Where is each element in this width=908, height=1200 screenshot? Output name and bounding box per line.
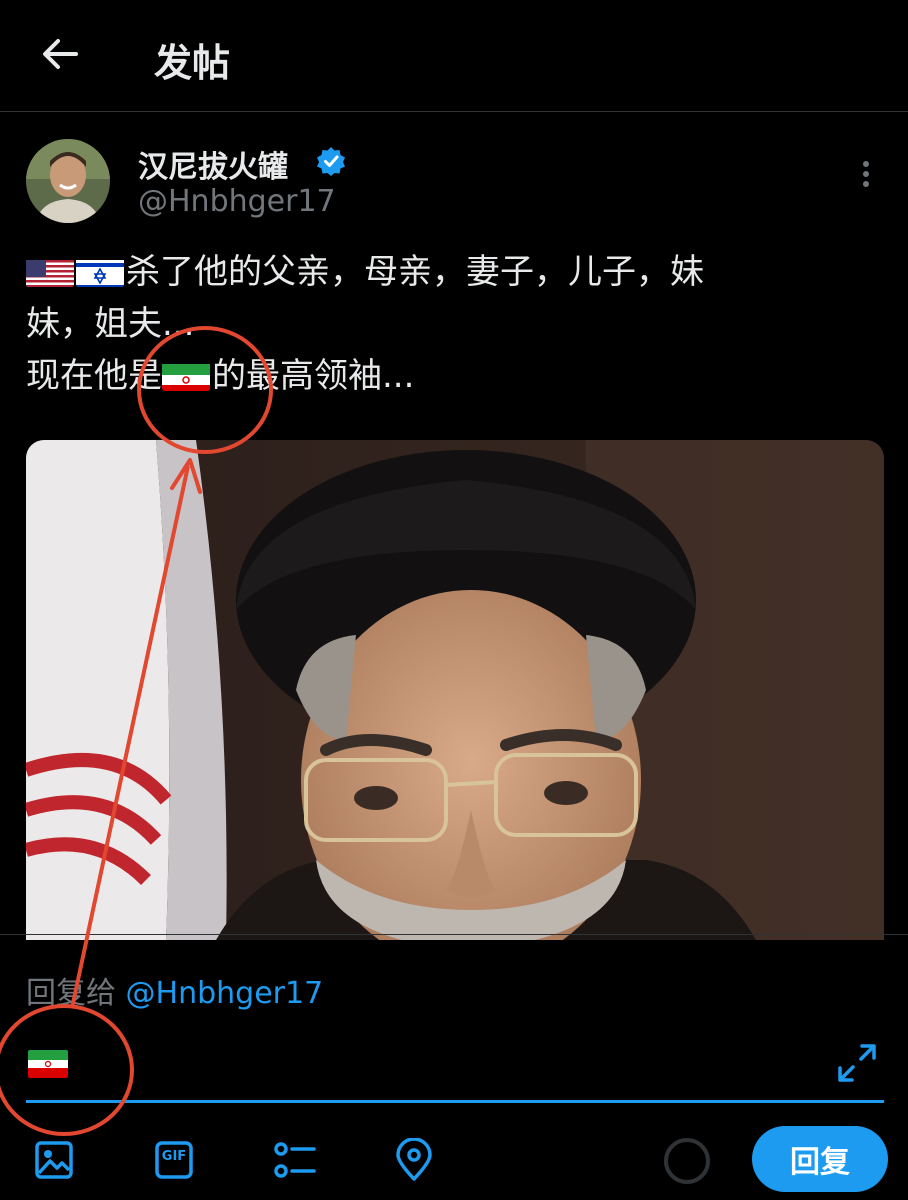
verified-badge-icon bbox=[317, 147, 345, 176]
add-gif-button[interactable]: GIF bbox=[150, 1136, 198, 1184]
character-count-ring bbox=[664, 1138, 710, 1184]
author-handle[interactable]: @Hnbhger17 bbox=[138, 184, 336, 219]
more-options-button[interactable] bbox=[848, 152, 884, 196]
post-text: 杀了他的父亲，母亲，妻子，儿子，妹 妹，姐夫... 现在他是 的最高领袖... bbox=[26, 246, 856, 402]
israel-flag-emoji bbox=[76, 255, 124, 287]
author-display-name[interactable]: 汉尼拔火罐 bbox=[138, 142, 288, 186]
image-icon bbox=[35, 1141, 73, 1179]
post-text-line-3-before: 现在他是 bbox=[26, 356, 162, 396]
post-text-line-3-after: 的最高领袖... bbox=[212, 356, 415, 396]
post-image[interactable] bbox=[26, 440, 884, 940]
back-arrow-icon bbox=[43, 39, 78, 69]
more-vertical-icon bbox=[863, 161, 869, 187]
location-icon bbox=[396, 1138, 432, 1181]
reply-to-text: 回复给 bbox=[26, 976, 116, 1011]
poll-icon bbox=[274, 1142, 316, 1178]
gif-label: GIF bbox=[161, 1149, 187, 1164]
expand-icon bbox=[838, 1044, 876, 1082]
expand-composer-button[interactable] bbox=[834, 1040, 880, 1086]
reply-to-label: 回复给 @Hnbhger17 bbox=[26, 968, 323, 1012]
iran-flag-emoji bbox=[162, 359, 210, 391]
us-flag-emoji bbox=[26, 255, 74, 287]
top-bar: 发帖 bbox=[0, 0, 908, 112]
avatar[interactable] bbox=[26, 139, 110, 223]
post-text-line-1-text: 杀了他的父亲，母亲，妻子，儿子，妹 bbox=[126, 252, 704, 292]
page-title: 发帖 bbox=[154, 41, 231, 85]
add-location-button[interactable] bbox=[390, 1136, 438, 1184]
add-poll-button[interactable] bbox=[270, 1136, 318, 1184]
post-text-line-3: 现在他是 的最高领袖... bbox=[26, 350, 856, 402]
add-image-button[interactable] bbox=[30, 1136, 78, 1184]
composer-divider bbox=[0, 934, 908, 935]
compose-input-iran-flag-emoji[interactable] bbox=[28, 1050, 68, 1078]
reply-to-handle[interactable]: @Hnbhger17 bbox=[126, 976, 324, 1011]
composer-underline bbox=[26, 1100, 884, 1103]
reply-button[interactable]: 回复 bbox=[752, 1126, 888, 1192]
post-text-line-2: 妹，姐夫... bbox=[26, 304, 195, 344]
post-text-line-1: 杀了他的父亲，母亲，妻子，儿子，妹 bbox=[26, 246, 856, 298]
back-button[interactable] bbox=[36, 30, 84, 78]
